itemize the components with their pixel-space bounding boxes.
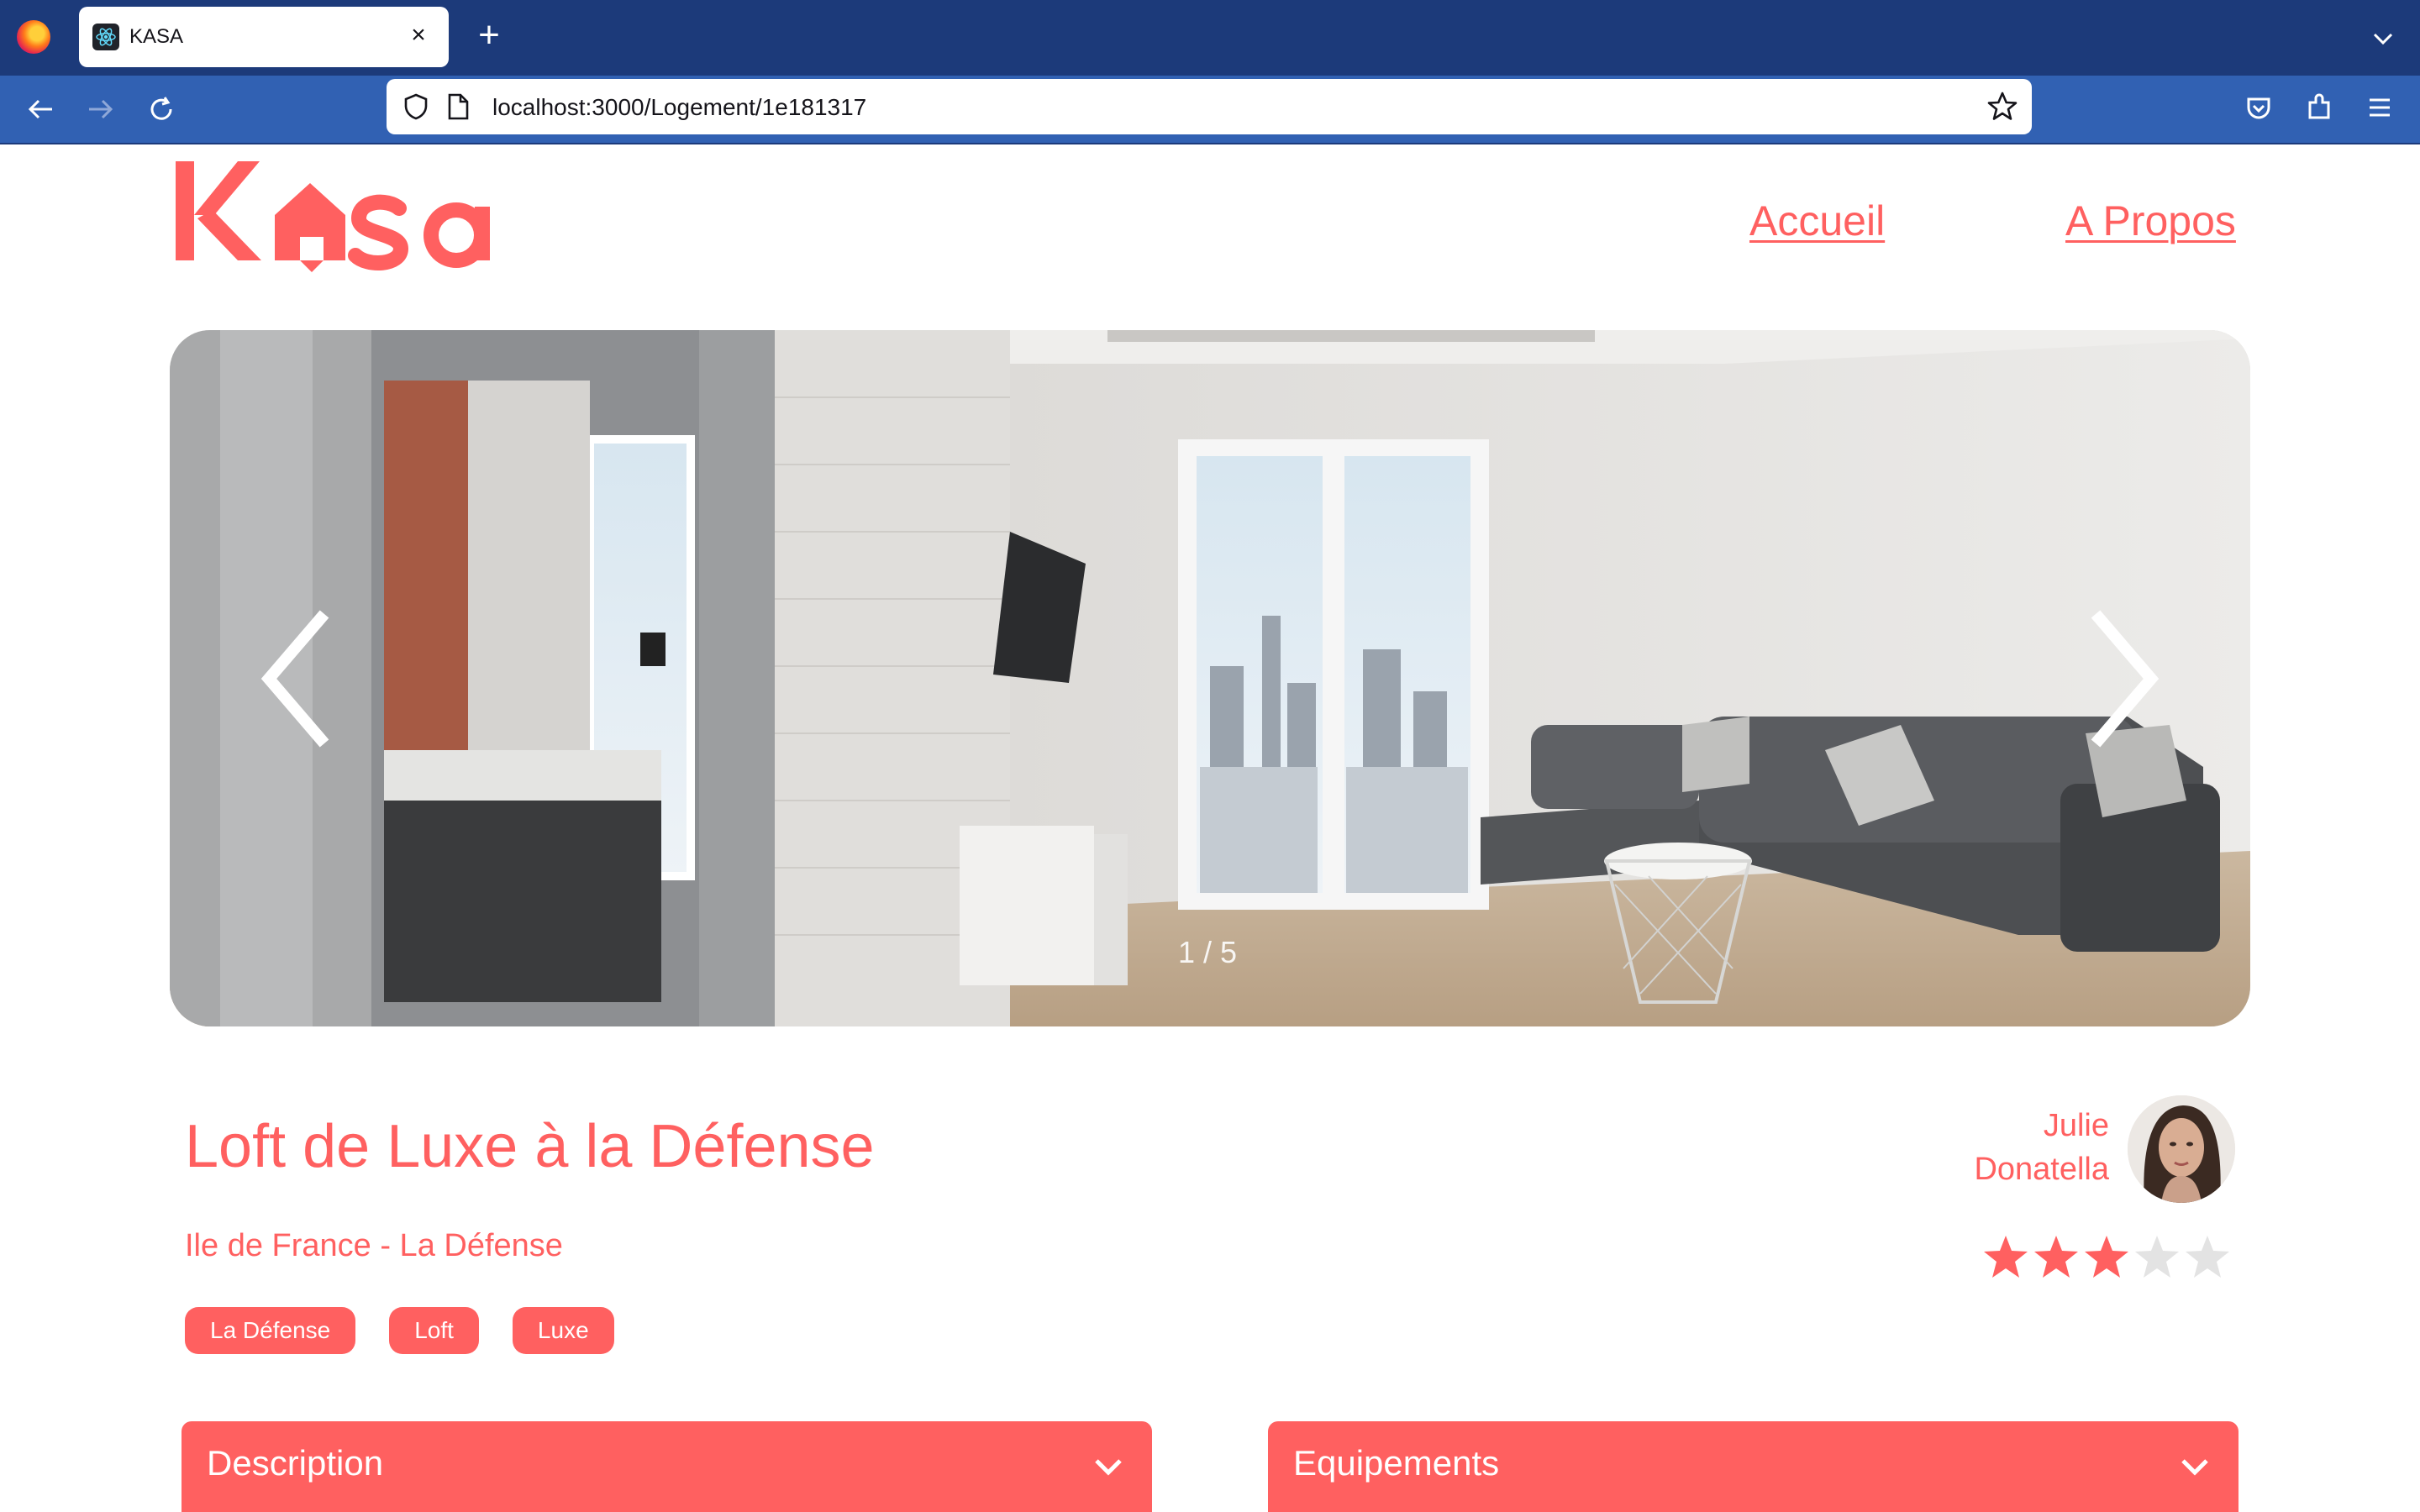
tag: Luxe [512, 1307, 614, 1354]
react-favicon-icon [92, 24, 119, 50]
chevron-down-icon[interactable] [2366, 22, 2400, 55]
host-first-name: Julie [2043, 1108, 2109, 1143]
equipements-collapse[interactable]: Equipements [1268, 1421, 2238, 1512]
pocket-icon[interactable] [2242, 91, 2275, 124]
page-icon [445, 92, 471, 125]
chevron-down-icon[interactable] [1090, 1448, 1127, 1489]
carousel-next-arrow[interactable] [2074, 599, 2175, 759]
bookmark-star-icon[interactable] [1986, 91, 2018, 127]
new-tab-icon[interactable]: + [471, 17, 508, 55]
host-last-name: Donatella [1974, 1152, 2109, 1187]
nav-link-accueil[interactable]: Accueil [1749, 197, 1885, 245]
collapse-label: Equipements [1293, 1443, 1500, 1483]
shield-icon[interactable] [402, 92, 430, 125]
star-icon [2135, 1236, 2179, 1278]
rating-stars [1981, 1233, 2232, 1282]
photo-carousel: 1 / 5 [170, 330, 2250, 1026]
url-bar[interactable]: localhost:3000/Logement/1e181317 [387, 79, 2032, 134]
reload-icon[interactable] [143, 91, 180, 128]
tag-list: La Défense Loft Luxe [185, 1307, 614, 1354]
collapse-label: Description [207, 1443, 384, 1483]
star-icon [1984, 1236, 2028, 1278]
browser-tab[interactable]: KASA × [79, 7, 449, 67]
carousel-prev-arrow[interactable] [245, 599, 346, 759]
listing-title: Loft de Luxe à la Défense [185, 1113, 875, 1180]
star-icon [2034, 1236, 2078, 1278]
carousel-counter: 1 / 5 [1178, 935, 1238, 969]
menu-icon[interactable] [2363, 91, 2396, 124]
browser-tab-bar: KASA × + [0, 0, 2420, 76]
tab-title: KASA [129, 25, 184, 48]
forward-arrow-icon[interactable] [82, 91, 119, 128]
host-avatar [2128, 1095, 2235, 1203]
page: Accueil A Propos 1 / 5 Loft de Luxe à la… [0, 144, 2420, 1512]
kasa-logo[interactable] [172, 155, 542, 281]
chevron-down-icon[interactable] [2176, 1448, 2213, 1489]
tab-close-icon[interactable]: × [403, 20, 434, 50]
host-name: Julie Donatella [1974, 1104, 2109, 1191]
tag: La Défense [185, 1307, 356, 1354]
star-icon [2186, 1236, 2229, 1278]
tag: Loft [389, 1307, 479, 1354]
apartment-photo [170, 330, 2250, 1026]
star-icon [2085, 1236, 2128, 1278]
firefox-logo-icon[interactable] [17, 20, 50, 54]
back-arrow-icon[interactable] [22, 91, 59, 128]
nav-link-a-propos[interactable]: A Propos [2065, 197, 2236, 245]
url-text[interactable]: localhost:3000/Logement/1e181317 [492, 94, 866, 121]
extensions-icon[interactable] [2302, 91, 2336, 124]
listing-location: Ile de France - La Défense [185, 1228, 563, 1263]
description-collapse[interactable]: Description [182, 1421, 1152, 1512]
